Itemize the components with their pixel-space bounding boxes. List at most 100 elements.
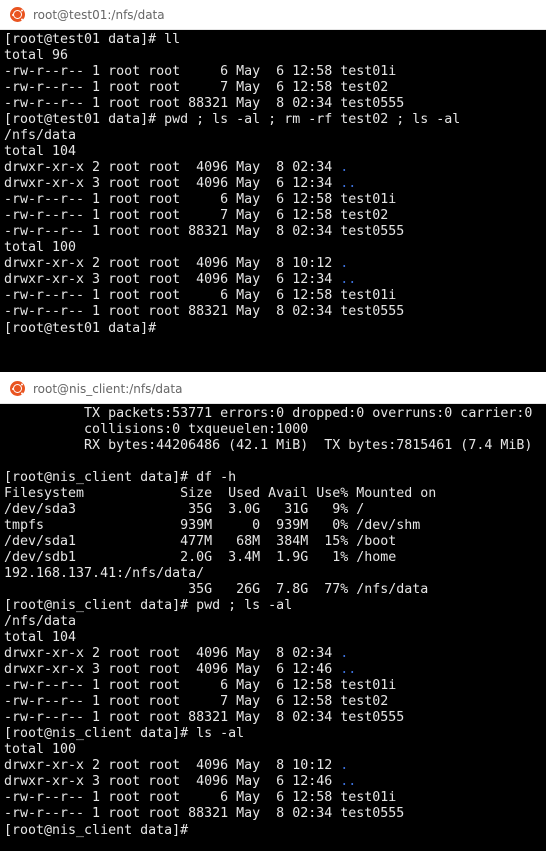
terminal-line-text: RX bytes:44206486 (42.1 MiB) TX bytes:78…: [4, 438, 533, 453]
terminal-line-text: drwxr-xr-x 2 root root 4096 May 8 02:34: [4, 160, 341, 175]
terminal-line: [root@test01 data]# pwd ; ls -al ; rm -r…: [4, 112, 546, 128]
terminal-line: drwxr-xr-x 3 root root 4096 May 6 12:34 …: [4, 272, 546, 288]
directory-entry-name: ..: [340, 774, 357, 789]
terminal-line: Filesystem Size Used Avail Use% Mounted …: [4, 486, 546, 502]
terminal-line: drwxr-xr-x 2 root root 4096 May 8 10:12 …: [4, 256, 546, 272]
terminal-line-text: /dev/sda1 477M 68M 384M 15% /boot: [4, 534, 397, 549]
terminal-line-text: 192.168.137.41:/nfs/data/: [4, 566, 205, 581]
window-titlebar[interactable]: root@test01:/nfs/data: [0, 0, 546, 30]
window-title: root@test01:/nfs/data: [33, 7, 165, 22]
terminal-line-text: 35G 26G 7.8G 77% /nfs/data: [4, 582, 429, 597]
terminal-line-text: [root@test01 data]# ll: [4, 32, 181, 47]
terminal-line-text: -rw-r--r-- 1 root root 6 May 6 12:58 tes…: [4, 64, 397, 79]
terminal-cursor: [164, 320, 172, 334]
terminal-line-text: [root@nis_client data]# pwd ; ls -al: [4, 598, 293, 613]
terminal-line: 35G 26G 7.8G 77% /nfs/data: [4, 582, 546, 598]
terminal-line: [root@nis_client data]# pwd ; ls -al: [4, 598, 546, 614]
terminal-line-text: TX packets:53771 errors:0 dropped:0 over…: [4, 406, 533, 421]
terminal-line: drwxr-xr-x 2 root root 4096 May 8 02:34 …: [4, 160, 546, 176]
terminal-line-text: total 100: [4, 742, 77, 757]
terminal-line: drwxr-xr-x 2 root root 4096 May 8 02:34 …: [4, 646, 546, 662]
terminal-line-text: -rw-r--r-- 1 root root 88321 May 8 02:34…: [4, 224, 405, 239]
terminal-line-text: total 104: [4, 630, 77, 645]
directory-entry-name: ..: [340, 176, 357, 191]
ubuntu-logo-icon: [10, 7, 25, 22]
terminal-line-text: drwxr-xr-x 3 root root 4096 May 6 12:34: [4, 176, 341, 191]
terminal-line-text: total 100: [4, 240, 77, 255]
terminal-output[interactable]: [root@test01 data]# ll total 96 -rw-r--r--…: [0, 30, 546, 372]
terminal-line: drwxr-xr-x 3 root root 4096 May 6 12:46 …: [4, 774, 546, 790]
terminal-output[interactable]: TX packets:53771 errors:0 dropped:0 over…: [0, 404, 546, 851]
terminal-line-text: drwxr-xr-x 2 root root 4096 May 8 10:12: [4, 758, 341, 773]
terminal-line-text: drwxr-xr-x 2 root root 4096 May 8 10:12: [4, 256, 341, 271]
terminal-line-text: [root@nis_client data]# ls -al: [4, 726, 245, 741]
terminal-line-text: tmpfs 939M 0 939M 0% /dev/shm: [4, 518, 421, 533]
terminal-line: drwxr-xr-x 2 root root 4096 May 8 10:12 …: [4, 758, 546, 774]
directory-entry-name: ..: [340, 272, 357, 287]
terminal-line: collisions:0 txqueuelen:1000: [4, 422, 546, 438]
terminal-line: /dev/sda1 477M 68M 384M 15% /boot: [4, 534, 546, 550]
terminal-line: [root@nis_client data]# df -h: [4, 470, 546, 486]
terminal-line-text: Filesystem Size Used Avail Use% Mounted …: [4, 486, 437, 501]
terminal-line: total 104: [4, 144, 546, 160]
terminal-line-text: -rw-r--r-- 1 root root 6 May 6 12:58 tes…: [4, 790, 397, 805]
terminal-line-text: total 104: [4, 144, 77, 159]
terminal-line-text: [root@nis_client data]#: [4, 823, 197, 838]
terminal-line-text: -rw-r--r-- 1 root root 6 May 6 12:58 tes…: [4, 288, 397, 303]
terminal-line-text: collisions:0 txqueuelen:1000: [4, 422, 309, 437]
terminal-line-text: -rw-r--r-- 1 root root 7 May 6 12:58 tes…: [4, 80, 389, 95]
terminal-line: [root@nis_client data]# ls -al: [4, 726, 546, 742]
terminal-line: /dev/sda3 35G 3.0G 31G 9% /: [4, 502, 546, 518]
terminal-line: -rw-r--r-- 1 root root 88321 May 8 02:34…: [4, 224, 546, 240]
directory-entry-name: ..: [340, 662, 357, 677]
terminal-line: -rw-r--r-- 1 root root 88321 May 8 02:34…: [4, 96, 546, 112]
terminal-line-text: drwxr-xr-x 3 root root 4096 May 6 12:46: [4, 662, 341, 677]
terminal-line-text: drwxr-xr-x 2 root root 4096 May 8 02:34: [4, 646, 341, 661]
terminal-line-text: -rw-r--r-- 1 root root 7 May 6 12:58 tes…: [4, 694, 389, 709]
terminal-line: [root@test01 data]# ll: [4, 32, 546, 48]
terminal-line: drwxr-xr-x 3 root root 4096 May 6 12:46 …: [4, 662, 546, 678]
terminal-line-text: [root@test01 data]#: [4, 321, 165, 336]
terminal-line-text: -rw-r--r-- 1 root root 88321 May 8 02:34…: [4, 806, 405, 821]
terminal-line: -rw-r--r-- 1 root root 7 May 6 12:58 tes…: [4, 80, 546, 96]
directory-entry-name: .: [340, 256, 349, 271]
terminal-line: /nfs/data: [4, 614, 546, 630]
terminal-line: [root@nis_client data]#: [4, 822, 546, 838]
terminal-line: RX bytes:44206486 (42.1 MiB) TX bytes:78…: [4, 438, 546, 454]
terminal-line: total 100: [4, 240, 546, 256]
terminal-line: -rw-r--r-- 1 root root 88321 May 8 02:34…: [4, 304, 546, 320]
terminal-line: TX packets:53771 errors:0 dropped:0 over…: [4, 406, 546, 422]
terminal-line: -rw-r--r-- 1 root root 6 May 6 12:58 tes…: [4, 288, 546, 304]
terminal-line-text: -rw-r--r-- 1 root root 88321 May 8 02:34…: [4, 710, 405, 725]
terminal-line-text: -rw-r--r-- 1 root root 6 May 6 12:58 tes…: [4, 678, 397, 693]
terminal-line: total 96: [4, 48, 546, 64]
terminal-line: 192.168.137.41:/nfs/data/: [4, 566, 546, 582]
terminal-line-text: -rw-r--r-- 1 root root 7 May 6 12:58 tes…: [4, 208, 389, 223]
terminal-window-nis-client[interactable]: root@nis_client:/nfs/data TX packets:537…: [0, 374, 546, 851]
terminal-line: drwxr-xr-x 3 root root 4096 May 6 12:34 …: [4, 176, 546, 192]
terminal-line: -rw-r--r-- 1 root root 88321 May 8 02:34…: [4, 710, 546, 726]
terminal-line: -rw-r--r-- 1 root root 6 May 6 12:58 tes…: [4, 192, 546, 208]
terminal-line: -rw-r--r-- 1 root root 6 May 6 12:58 tes…: [4, 64, 546, 80]
terminal-line-text: /nfs/data: [4, 128, 77, 143]
directory-entry-name: .: [340, 160, 349, 175]
terminal-line-text: -rw-r--r-- 1 root root 6 May 6 12:58 tes…: [4, 192, 397, 207]
terminal-line-text: total 96: [4, 48, 69, 63]
terminal-cursor: [196, 822, 204, 836]
terminal-line: total 104: [4, 630, 546, 646]
terminal-line-text: -rw-r--r-- 1 root root 88321 May 8 02:34…: [4, 96, 405, 111]
window-titlebar[interactable]: root@nis_client:/nfs/data: [0, 374, 546, 404]
terminal-line-text: drwxr-xr-x 3 root root 4096 May 6 12:34: [4, 272, 341, 287]
terminal-line: -rw-r--r-- 1 root root 7 May 6 12:58 tes…: [4, 208, 546, 224]
terminal-line: -rw-r--r-- 1 root root 7 May 6 12:58 tes…: [4, 694, 546, 710]
terminal-line-text: -rw-r--r-- 1 root root 88321 May 8 02:34…: [4, 304, 405, 319]
terminal-line-text: drwxr-xr-x 3 root root 4096 May 6 12:46: [4, 774, 341, 789]
directory-entry-name: .: [340, 646, 349, 661]
terminal-window-test01[interactable]: root@test01:/nfs/data [root@test01 data]…: [0, 0, 546, 372]
directory-entry-name: .: [340, 758, 349, 773]
terminal-line-text: /dev/sda3 35G 3.0G 31G 9% /: [4, 502, 365, 517]
terminal-line-text: [root@test01 data]# pwd ; ls -al ; rm -r…: [4, 112, 461, 127]
terminal-line: tmpfs 939M 0 939M 0% /dev/shm: [4, 518, 546, 534]
ubuntu-logo-icon: [10, 381, 25, 396]
